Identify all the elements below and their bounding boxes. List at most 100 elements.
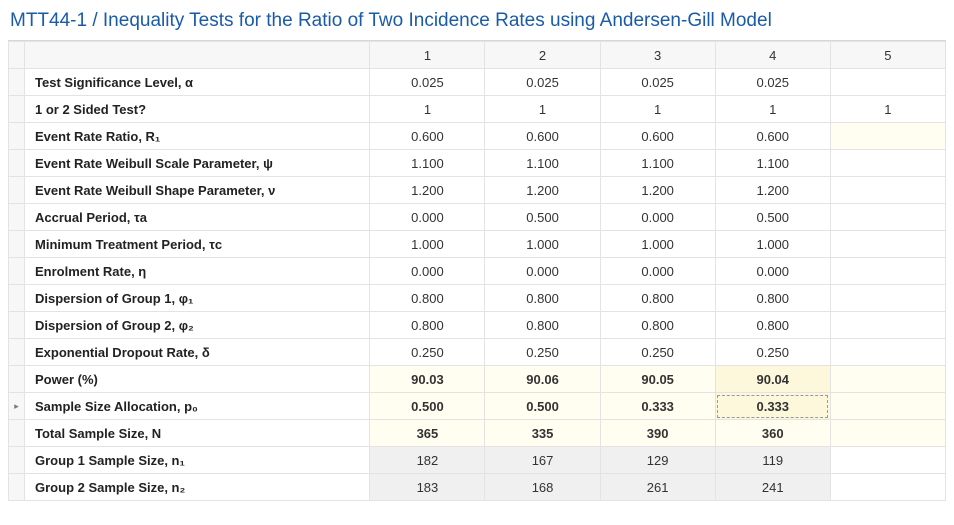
cell[interactable]: 90.03	[370, 366, 485, 393]
cell[interactable]: 0.800	[715, 312, 830, 339]
cell[interactable]: 0.800	[600, 312, 715, 339]
cell[interactable]: 1.200	[370, 177, 485, 204]
cell[interactable]: 0.250	[600, 339, 715, 366]
cell[interactable]: 129	[600, 447, 715, 474]
cell[interactable]: 0.800	[370, 285, 485, 312]
cell[interactable]: 0.025	[600, 69, 715, 96]
cell[interactable]	[830, 177, 945, 204]
cell[interactable]: 1	[485, 96, 600, 123]
row-handle[interactable]	[9, 312, 25, 339]
cell[interactable]: 0.500	[370, 393, 485, 420]
cell[interactable]: 1	[600, 96, 715, 123]
row-handle[interactable]	[9, 69, 25, 96]
cell[interactable]: 119	[715, 447, 830, 474]
cell[interactable]: 261	[600, 474, 715, 501]
cell[interactable]: 1	[370, 96, 485, 123]
row-handle[interactable]: ▸	[9, 393, 25, 420]
row-handle[interactable]	[9, 474, 25, 501]
cell[interactable]: 1	[715, 96, 830, 123]
cell[interactable]: 1.000	[370, 231, 485, 258]
cell[interactable]: 0.000	[715, 258, 830, 285]
cell[interactable]	[830, 150, 945, 177]
cell[interactable]: 0.800	[370, 312, 485, 339]
cell[interactable]: 1.000	[715, 231, 830, 258]
cell[interactable]: 1	[830, 96, 945, 123]
cell[interactable]: 0.000	[370, 258, 485, 285]
cell[interactable]: 1.000	[600, 231, 715, 258]
cell[interactable]	[830, 312, 945, 339]
header-col-3[interactable]: 3	[600, 42, 715, 69]
cell[interactable]: 0.025	[485, 69, 600, 96]
cell[interactable]: 90.05	[600, 366, 715, 393]
row-handle[interactable]	[9, 285, 25, 312]
cell[interactable]	[830, 285, 945, 312]
cell[interactable]: 0.250	[715, 339, 830, 366]
row-handle[interactable]	[9, 420, 25, 447]
cell[interactable]: 1.200	[485, 177, 600, 204]
cell[interactable]	[830, 258, 945, 285]
cell[interactable]: 390	[600, 420, 715, 447]
row-handle[interactable]	[9, 258, 25, 285]
cell[interactable]: 0.250	[485, 339, 600, 366]
cell[interactable]: 241	[715, 474, 830, 501]
cell[interactable]: 0.800	[485, 285, 600, 312]
cell[interactable]: 90.04	[715, 366, 830, 393]
cell[interactable]: 0.800	[600, 285, 715, 312]
cell[interactable]: 90.06	[485, 366, 600, 393]
row-handle[interactable]	[9, 177, 25, 204]
cell[interactable]: 0.000	[600, 258, 715, 285]
cell[interactable]	[830, 393, 945, 420]
header-col-5[interactable]: 5	[830, 42, 945, 69]
cell[interactable]	[830, 420, 945, 447]
cell[interactable]: 0.600	[485, 123, 600, 150]
cell[interactable]: 0.025	[370, 69, 485, 96]
cell[interactable]: 182	[370, 447, 485, 474]
cell[interactable]: 0.500	[485, 204, 600, 231]
cell[interactable]: 1.100	[600, 150, 715, 177]
cell[interactable]: 1.100	[485, 150, 600, 177]
cell[interactable]: 0.333	[715, 393, 830, 420]
row-handle[interactable]	[9, 231, 25, 258]
cell[interactable]	[830, 366, 945, 393]
row-handle[interactable]	[9, 150, 25, 177]
cell[interactable]: 0.600	[370, 123, 485, 150]
cell[interactable]: 0.333	[600, 393, 715, 420]
cell[interactable]	[830, 69, 945, 96]
cell[interactable]: 1.200	[600, 177, 715, 204]
cell[interactable]: 360	[715, 420, 830, 447]
cell[interactable]: 167	[485, 447, 600, 474]
row-handle[interactable]	[9, 366, 25, 393]
cell[interactable]: 0.800	[485, 312, 600, 339]
row-handle[interactable]	[9, 447, 25, 474]
cell[interactable]: 0.600	[715, 123, 830, 150]
cell[interactable]: 0.025	[715, 69, 830, 96]
cell[interactable]: 0.800	[715, 285, 830, 312]
row-handle[interactable]	[9, 339, 25, 366]
cell[interactable]	[830, 204, 945, 231]
cell[interactable]	[830, 231, 945, 258]
cell[interactable]	[830, 447, 945, 474]
cell[interactable]: 1.000	[485, 231, 600, 258]
cell[interactable]: 0.000	[370, 204, 485, 231]
row-handle[interactable]	[9, 123, 25, 150]
cell[interactable]: 183	[370, 474, 485, 501]
cell[interactable]: 1.100	[370, 150, 485, 177]
header-col-1[interactable]: 1	[370, 42, 485, 69]
cell[interactable]	[830, 474, 945, 501]
header-col-2[interactable]: 2	[485, 42, 600, 69]
header-col-4[interactable]: 4	[715, 42, 830, 69]
cell[interactable]	[830, 123, 945, 150]
cell[interactable]: 0.250	[370, 339, 485, 366]
cell[interactable]: 1.100	[715, 150, 830, 177]
row-handle[interactable]	[9, 96, 25, 123]
cell[interactable]: 335	[485, 420, 600, 447]
cell[interactable]: 1.200	[715, 177, 830, 204]
cell[interactable]: 0.500	[715, 204, 830, 231]
cell[interactable]: 0.500	[485, 393, 600, 420]
cell[interactable]: 0.000	[485, 258, 600, 285]
cell[interactable]	[830, 339, 945, 366]
row-handle[interactable]	[9, 204, 25, 231]
cell[interactable]: 168	[485, 474, 600, 501]
cell[interactable]: 365	[370, 420, 485, 447]
cell[interactable]: 0.000	[600, 204, 715, 231]
